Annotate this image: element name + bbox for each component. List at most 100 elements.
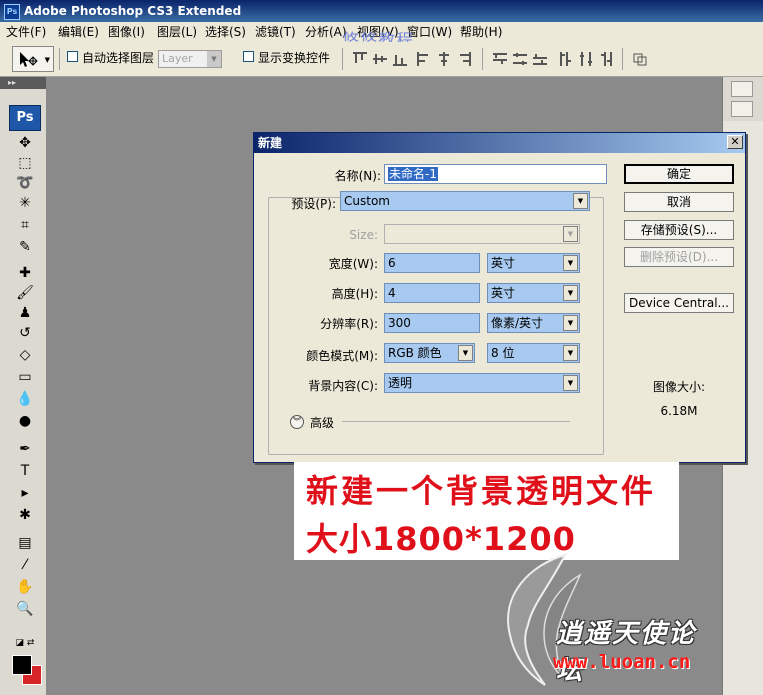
type-tool-icon[interactable]: T (14, 461, 36, 481)
clone-stamp-tool-icon[interactable]: ♟ (14, 303, 36, 323)
eraser-tool-icon[interactable]: ◇ (14, 345, 36, 365)
eyedropper-tool-icon[interactable]: ⁄ (14, 555, 36, 575)
align-left-icon[interactable] (416, 51, 432, 67)
close-icon[interactable]: ✕ (727, 135, 743, 149)
magic-wand-tool-icon[interactable]: ✳ (14, 193, 36, 213)
tools-panel-header[interactable]: ▸▸ (0, 77, 46, 89)
height-input[interactable]: 4 (384, 283, 480, 303)
tool-preset-picker[interactable]: ▼ (12, 46, 54, 72)
tools-panel: ▸▸ Ps ✥ ⬚ ➰ ✳ ⌗ ✎ ✚ 🖌 ♟ ↺ ◇ ▭ 💧 ● ✒ T ▸ … (0, 77, 47, 695)
blur-tool-icon[interactable]: 💧 (14, 389, 36, 409)
dialog-title: 新建 (254, 133, 745, 153)
width-unit-select[interactable]: 英寸 ▼ (487, 253, 580, 273)
slice-tool-icon[interactable]: ✎ (14, 237, 36, 257)
notes-tool-icon[interactable]: ▤ (14, 533, 36, 553)
align-vertical-center-icon[interactable] (372, 51, 388, 67)
pen-tool-icon[interactable]: ✒ (14, 439, 36, 459)
menu-select[interactable]: 选择(S) (205, 24, 246, 40)
dodge-tool-icon[interactable]: ● (14, 411, 36, 431)
menu-window[interactable]: 窗口(W) (407, 24, 452, 40)
distribute-right-icon[interactable] (598, 51, 614, 67)
menu-analysis[interactable]: 分析(A) (305, 24, 347, 40)
background-contents-select[interactable]: 透明 ▼ (384, 373, 580, 393)
healing-brush-tool-icon[interactable]: ✚ (14, 263, 36, 283)
menu-view[interactable]: 视图(V) (357, 24, 399, 40)
distribute-left-icon[interactable] (558, 51, 574, 67)
preset-select[interactable]: Custom ▼ (340, 191, 590, 211)
dock-panel-button[interactable] (731, 101, 753, 117)
width-unit-value: 英寸 (491, 256, 516, 270)
resolution-unit-select[interactable]: 像素/英寸 ▼ (487, 313, 580, 333)
image-size-value: 6.18M (660, 404, 698, 418)
cancel-button[interactable]: 取消 (624, 192, 734, 212)
history-brush-tool-icon[interactable]: ↺ (14, 323, 36, 343)
crop-tool-icon[interactable]: ⌗ (14, 215, 36, 235)
annotation-line-1: 新建一个背景透明文件 (306, 472, 657, 510)
chevron-down-icon: ▼ (563, 375, 578, 391)
path-selection-tool-icon[interactable]: ▸ (14, 483, 36, 503)
marquee-tool-icon[interactable]: ⬚ (14, 153, 36, 173)
gradient-tool-icon[interactable]: ▭ (14, 367, 36, 387)
device-central-button[interactable]: Device Central... (624, 293, 734, 313)
name-input[interactable]: 未命名-1 (384, 164, 607, 184)
align-horizontal-center-icon[interactable] (436, 51, 452, 67)
dock-collapse-button[interactable] (731, 81, 753, 97)
width-input[interactable]: 6 (384, 253, 480, 273)
save-preset-button[interactable]: 存储预设(S)... (624, 220, 734, 240)
toolbar-separator (342, 48, 343, 70)
forum-logo-text: 逍遥天使论坛 (556, 619, 697, 686)
swap-colors-icon[interactable]: ◪ ⇄ (14, 633, 36, 653)
height-unit-select[interactable]: 英寸 ▼ (487, 283, 580, 303)
menu-edit[interactable]: 编辑(E) (58, 24, 99, 40)
chevron-down-icon: ▼ (563, 255, 578, 271)
auto-align-layers-icon[interactable] (632, 51, 648, 67)
resolution-input[interactable]: 300 (384, 313, 480, 333)
options-bar: ▼ 自动选择图层 Layer ▼ 显示变换控件 (0, 42, 763, 77)
show-transform-checkbox[interactable] (243, 51, 254, 62)
foreground-color-swatch[interactable] (12, 655, 32, 675)
chevron-double-down-icon[interactable]: ︾ (290, 415, 304, 429)
bit-depth-select[interactable]: 8 位 ▼ (487, 343, 580, 363)
chevron-down-icon: ▼ (207, 51, 221, 67)
image-size-label: 图像大小: (652, 380, 706, 394)
auto-select-checkbox[interactable] (67, 51, 78, 62)
distribute-bottom-icon[interactable] (532, 51, 548, 67)
distribute-horizontal-center-icon[interactable] (578, 51, 594, 67)
delete-preset-button: 删除预设(D)... (624, 247, 734, 267)
distribute-vertical-center-icon[interactable] (512, 51, 528, 67)
menu-image[interactable]: 图像(I) (108, 24, 145, 40)
menu-bar: 文件(F) 编辑(E) 图像(I) 图层(L) 选择(S) 滤镜(T) 分析(A… (0, 22, 763, 43)
chevron-down-icon: ▼ (563, 315, 578, 331)
resolution-input-value: 300 (388, 316, 411, 330)
move-tool-icon[interactable]: ✥ (14, 133, 36, 153)
align-top-icon[interactable] (352, 51, 368, 67)
color-mode-select[interactable]: RGB 颜色 ▼ (384, 343, 475, 363)
ok-button[interactable]: 确定 (624, 164, 734, 184)
custom-shape-tool-icon[interactable]: ✱ (14, 505, 36, 525)
forum-logo-url: www.luoan.cn (553, 651, 691, 673)
resolution-unit-value: 像素/英寸 (491, 316, 544, 330)
distribute-top-icon[interactable] (492, 51, 508, 67)
advanced-label[interactable]: 高级 (310, 414, 334, 431)
toolbar-separator (622, 48, 623, 70)
menu-file[interactable]: 文件(F) (6, 24, 46, 40)
color-mode-value: RGB 颜色 (388, 346, 442, 360)
menu-filter[interactable]: 滤镜(T) (255, 24, 296, 40)
lasso-tool-icon[interactable]: ➰ (14, 173, 36, 193)
zoom-tool-icon[interactable]: 🔍 (14, 599, 36, 619)
menu-layer[interactable]: 图层(L) (157, 24, 197, 40)
auto-select-target-select[interactable]: Layer ▼ (158, 50, 222, 68)
name-label: 名称(N): (334, 169, 381, 183)
show-transform-label: 显示变换控件 (258, 51, 331, 65)
align-right-icon[interactable] (456, 51, 472, 67)
size-label: Size: (349, 228, 378, 242)
photoshop-app-icon: Ps (4, 4, 20, 20)
photoshop-logo[interactable]: Ps (9, 105, 41, 131)
hand-tool-icon[interactable]: ✋ (14, 577, 36, 597)
menu-help[interactable]: 帮助(H) (460, 24, 502, 40)
brush-tool-icon[interactable]: 🖌 (14, 283, 36, 303)
toolbar-separator (482, 48, 483, 70)
resolution-label: 分辨率(R): (320, 317, 378, 331)
align-bottom-icon[interactable] (392, 51, 408, 67)
advanced-divider (342, 421, 570, 422)
